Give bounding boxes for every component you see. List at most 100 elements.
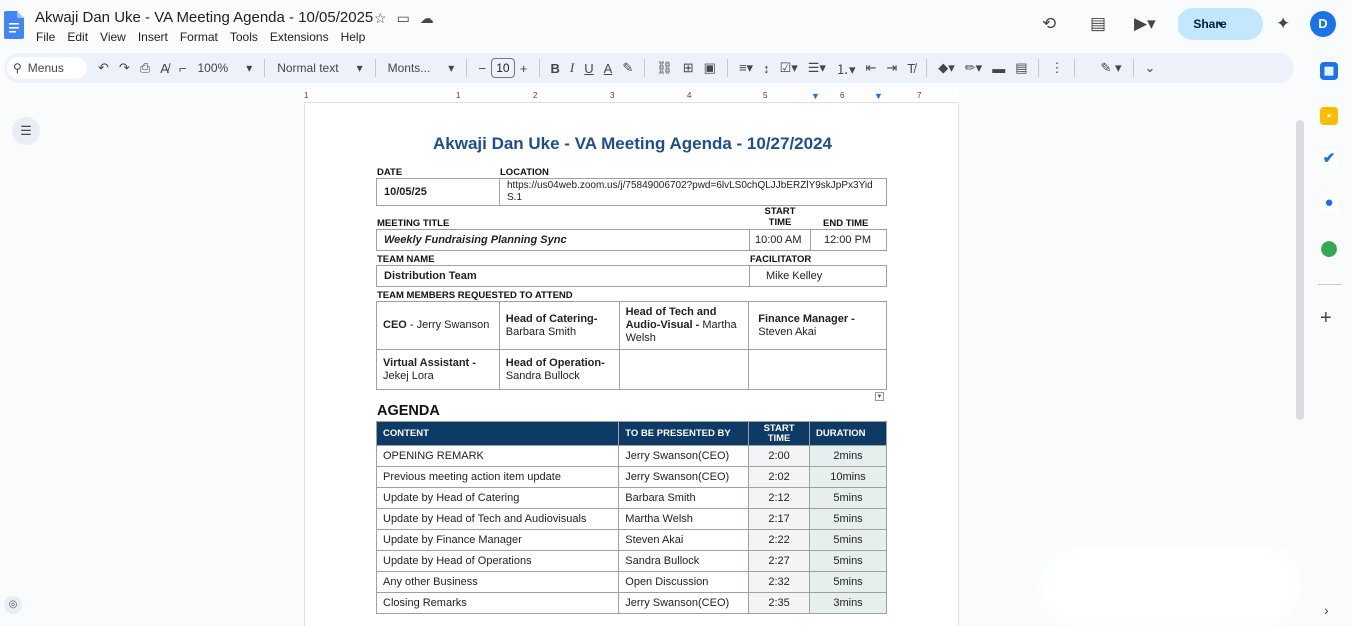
- menu-insert[interactable]: Insert: [138, 30, 168, 44]
- location-value[interactable]: https://us04web.zoom.us/j/75849006702?pw…: [499, 178, 887, 206]
- agenda-cell-content[interactable]: Update by Head of Operations: [375, 550, 620, 572]
- border-width-icon[interactable]: ▬: [987, 61, 1010, 76]
- version-history-icon[interactable]: ⟲: [1042, 14, 1056, 34]
- bulleted-list-icon[interactable]: ☰▾: [803, 60, 831, 76]
- border-color-icon[interactable]: ✏▾: [960, 60, 987, 76]
- agenda-cell-start[interactable]: 2:22: [748, 529, 811, 551]
- agenda-cell-start[interactable]: 2:32: [748, 571, 811, 593]
- style-dropdown[interactable]: Normal text ▾: [271, 61, 368, 75]
- menu-extensions[interactable]: Extensions: [270, 30, 329, 44]
- increase-indent-icon[interactable]: ⇥: [881, 60, 902, 76]
- agenda-cell-content[interactable]: Update by Head of Tech and Audiovisuals: [375, 508, 620, 530]
- indent-marker-icon[interactable]: ▼: [811, 91, 820, 101]
- menu-tools[interactable]: Tools: [230, 30, 258, 44]
- end-time-value[interactable]: 12:00 PM: [810, 229, 887, 251]
- tasks-icon[interactable]: ✔: [1320, 150, 1338, 168]
- agenda-cell-presenter[interactable]: Martha Welsh: [618, 508, 750, 530]
- date-value[interactable]: 10/05/25: [376, 178, 500, 206]
- menu-help[interactable]: Help: [341, 30, 366, 44]
- menus-search[interactable]: ⚲ Menus: [7, 57, 87, 79]
- gemini-sparkle-icon[interactable]: ✦: [1276, 14, 1290, 34]
- agenda-cell-duration[interactable]: 5mins: [809, 487, 887, 509]
- increase-font-size-icon[interactable]: +: [515, 61, 533, 76]
- agenda-cell-content[interactable]: OPENING REMARK: [375, 445, 620, 467]
- decrease-indent-icon[interactable]: ⇤: [860, 60, 881, 76]
- docs-logo-icon[interactable]: [4, 11, 24, 39]
- scrollbar[interactable]: [1296, 120, 1304, 420]
- border-dash-icon[interactable]: ▤: [1010, 60, 1032, 76]
- agenda-cell-duration[interactable]: 5mins: [809, 571, 887, 593]
- line-spacing-icon[interactable]: ↕: [758, 61, 775, 76]
- agenda-cell-start[interactable]: 2:35: [748, 592, 811, 614]
- table-options-icon[interactable]: ▼: [875, 392, 884, 401]
- member-cell[interactable]: CEO - Jerry Swanson: [376, 301, 500, 350]
- contacts-icon[interactable]: ●: [1320, 194, 1338, 212]
- agenda-cell-start[interactable]: 2:17: [748, 508, 811, 530]
- member-cell[interactable]: Virtual Assistant - Jekej Lora: [376, 349, 500, 390]
- menu-edit[interactable]: Edit: [67, 30, 88, 44]
- agenda-cell-presenter[interactable]: Sandra Bullock: [618, 550, 750, 572]
- member-cell[interactable]: Head of Operation- Sandra Bullock: [498, 349, 620, 390]
- cell-background-icon[interactable]: ◆▾: [933, 60, 960, 76]
- accessibility-icon[interactable]: ◎: [4, 596, 22, 614]
- link-icon[interactable]: ⛓: [651, 60, 678, 76]
- menu-view[interactable]: View: [100, 30, 126, 44]
- menu-file[interactable]: File: [36, 30, 55, 44]
- document-title[interactable]: Akwaji Dan Uke - VA Meeting Agenda - 10/…: [35, 9, 373, 26]
- decrease-font-size-icon[interactable]: −: [473, 61, 491, 76]
- meeting-title-value[interactable]: Weekly Fundraising Planning Sync: [376, 229, 750, 251]
- agenda-cell-presenter[interactable]: Jerry Swanson(CEO): [618, 445, 750, 467]
- agenda-cell-presenter[interactable]: Barbara Smith: [618, 487, 750, 509]
- keep-icon[interactable]: ▪: [1320, 107, 1338, 125]
- agenda-cell-start[interactable]: 2:02: [748, 466, 811, 488]
- ruler[interactable]: 1 1 2 3 4 5 6 7 ▼ ▼: [304, 89, 959, 103]
- redo-icon[interactable]: ↷: [114, 60, 135, 76]
- italic-icon[interactable]: I: [565, 60, 579, 76]
- agenda-cell-duration[interactable]: 5mins: [809, 508, 887, 530]
- avatar[interactable]: D: [1310, 11, 1336, 37]
- menu-format[interactable]: Format: [180, 30, 218, 44]
- member-cell-empty[interactable]: [618, 349, 750, 390]
- agenda-cell-presenter[interactable]: Steven Akai: [618, 529, 750, 551]
- hide-menus-chevron-icon[interactable]: ⌄: [1140, 60, 1161, 76]
- add-comment-icon[interactable]: ⊞: [678, 60, 699, 76]
- comments-icon[interactable]: ▤: [1090, 14, 1106, 34]
- document-page[interactable]: Akwaji Dan Uke - VA Meeting Agenda - 10/…: [304, 104, 959, 626]
- paint-format-icon[interactable]: ⌐: [174, 61, 192, 76]
- agenda-cell-content[interactable]: Closing Remarks: [375, 592, 620, 614]
- agenda-cell-content[interactable]: Previous meeting action item update: [375, 466, 620, 488]
- bold-icon[interactable]: B: [546, 61, 565, 76]
- agenda-cell-duration[interactable]: 3mins: [809, 592, 887, 614]
- agenda-cell-content[interactable]: Update by Head of Catering: [375, 487, 620, 509]
- agenda-cell-duration[interactable]: 10mins: [809, 466, 887, 488]
- meet-video-icon[interactable]: ▶▾: [1134, 14, 1156, 34]
- member-cell[interactable]: Finance Manager - Steven Akai: [748, 301, 887, 350]
- agenda-cell-content[interactable]: Update by Finance Manager: [375, 529, 620, 551]
- member-cell-empty[interactable]: [748, 349, 887, 390]
- zoom-dropdown[interactable]: 100% ▾: [191, 61, 258, 75]
- facilitator-value[interactable]: Mike Kelley: [749, 265, 887, 287]
- more-options-icon[interactable]: ⋮: [1045, 60, 1068, 76]
- print-icon[interactable]: ⎙: [135, 60, 155, 76]
- numbered-list-icon[interactable]: ⒈▾: [831, 59, 861, 78]
- agenda-cell-presenter[interactable]: Jerry Swanson(CEO): [618, 466, 750, 488]
- agenda-cell-start[interactable]: 2:27: [748, 550, 811, 572]
- clear-formatting-icon[interactable]: T̸: [902, 61, 920, 76]
- agenda-cell-presenter[interactable]: Open Discussion: [618, 571, 750, 593]
- agenda-cell-duration[interactable]: 5mins: [809, 529, 887, 551]
- member-cell[interactable]: Head of Catering- Barbara Smith: [498, 301, 620, 350]
- agenda-cell-presenter[interactable]: Jerry Swanson(CEO): [618, 592, 750, 614]
- star-icon[interactable]: ☆: [374, 10, 387, 27]
- text-color-icon[interactable]: A: [599, 61, 618, 76]
- right-indent-marker-icon[interactable]: ▼: [874, 91, 883, 101]
- agenda-cell-start[interactable]: 2:12: [748, 487, 811, 509]
- move-folder-icon[interactable]: ▭: [397, 10, 410, 27]
- checklist-icon[interactable]: ☑▾: [775, 60, 803, 76]
- member-cell[interactable]: Head of Tech and Audio-Visual - Martha W…: [618, 301, 750, 350]
- agenda-cell-content[interactable]: Any other Business: [375, 571, 620, 593]
- insert-image-icon[interactable]: ▣: [699, 60, 721, 76]
- start-time-value[interactable]: 10:00 AM: [749, 229, 811, 251]
- align-icon[interactable]: ≡▾: [734, 60, 758, 76]
- agenda-cell-start[interactable]: 2:00: [748, 445, 811, 467]
- underline-icon[interactable]: U: [579, 61, 598, 76]
